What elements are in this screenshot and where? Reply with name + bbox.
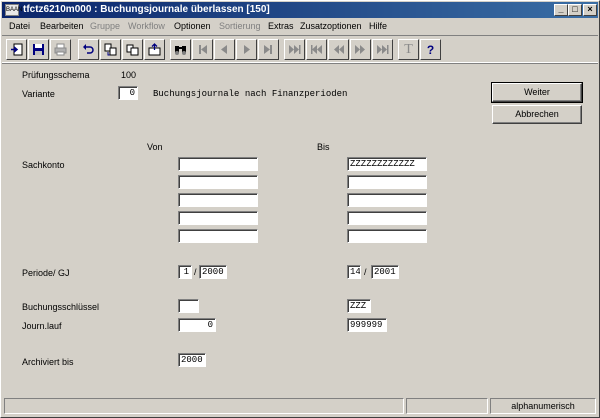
bis-periode-separator: / (364, 267, 367, 277)
journlauf-von-field[interactable]: 0 (178, 318, 216, 332)
status-pane-message (4, 398, 404, 414)
journlauf-bis-field[interactable]: 999999 (347, 318, 387, 332)
von-gj-field[interactable]: 2000 (199, 265, 227, 279)
menu-datei[interactable]: Datei (9, 21, 30, 32)
abbrechen-button[interactable]: Abbrechen (492, 105, 582, 124)
menu-optionen[interactable]: Optionen (174, 21, 211, 32)
sachkonto-bis-field-1[interactable]: ZZZZZZZZZZZZ (347, 157, 427, 171)
help-icon[interactable]: ? (420, 39, 441, 60)
sachkonto-bis-field-5[interactable] (347, 229, 427, 243)
print-icon[interactable] (50, 39, 71, 60)
status-bar: alphanumerisch (2, 396, 598, 416)
first-record-icon[interactable] (192, 39, 213, 60)
menu-sortierung[interactable]: Sortierung (219, 21, 261, 32)
weiter-button[interactable]: Weiter (491, 82, 583, 103)
sachkonto-label: Sachkonto (22, 160, 65, 170)
buchungsschluessel-label: Buchungsschlüssel (22, 302, 100, 312)
pruefungsschema-label: Prüfungsschema (22, 70, 90, 80)
archiviert-bis-label: Archiviert bis (22, 357, 74, 367)
next-record-icon[interactable] (236, 39, 257, 60)
periode-gj-label: Periode/ GJ (22, 268, 70, 278)
toolbar: T ? (2, 35, 598, 64)
buchungsschluessel-bis-field[interactable]: ZZZ (347, 299, 371, 313)
menu-extras[interactable]: Extras (268, 21, 294, 32)
export-icon[interactable] (144, 39, 165, 60)
maximize-button[interactable]: □ (568, 4, 582, 16)
title-bar[interactable]: BAAN tfctz6210m000 : Buchungsjournale üb… (2, 2, 598, 18)
duplicate-icon[interactable] (122, 39, 143, 60)
sachkonto-bis-field-3[interactable] (347, 193, 427, 207)
variante-field[interactable]: 0 (118, 86, 138, 100)
next-set-icon[interactable] (350, 39, 371, 60)
journlauf-label: Journ.lauf (22, 321, 62, 331)
von-header: Von (147, 142, 163, 152)
sachkonto-bis-field-2[interactable] (347, 175, 427, 189)
menu-gruppe[interactable]: Gruppe (90, 21, 120, 32)
menu-hilfe[interactable]: Hilfe (369, 21, 387, 32)
menu-bearbeiten[interactable]: Bearbeiten (40, 21, 84, 32)
pruefungsschema-value: 100 (121, 70, 137, 80)
close-button[interactable]: × (583, 4, 597, 16)
archiviert-bis-field[interactable]: 2000 (178, 353, 206, 367)
sachkonto-von-field-1[interactable] (178, 157, 258, 171)
sachkonto-von-field-2[interactable] (178, 175, 258, 189)
von-periode-field[interactable]: 1 (178, 265, 192, 279)
find-icon[interactable] (170, 39, 191, 60)
sachkonto-bis-field-4[interactable] (347, 211, 427, 225)
variante-description: Buchungsjournale nach Finanzperioden (153, 89, 348, 99)
menu-zusatzoptionen[interactable]: Zusatzoptionen (300, 21, 362, 32)
undo-icon[interactable] (78, 39, 99, 60)
last-set-icon[interactable] (372, 39, 393, 60)
sachkonto-von-field-5[interactable] (178, 229, 258, 243)
variante-label: Variante (22, 89, 55, 99)
menu-bar: Datei Bearbeiten Gruppe Workflow Optione… (2, 19, 598, 34)
application-window: BAAN tfctz6210m000 : Buchungsjournale üb… (0, 0, 600, 418)
sachkonto-von-field-4[interactable] (178, 211, 258, 225)
status-pane-middle (406, 398, 488, 414)
bis-gj-field[interactable]: 2001 (371, 265, 399, 279)
save-icon[interactable] (28, 39, 49, 60)
status-pane-mode: alphanumerisch (490, 398, 596, 414)
copy-icon[interactable] (100, 39, 121, 60)
bis-header: Bis (317, 142, 330, 152)
previous-record-icon[interactable] (214, 39, 235, 60)
text-icon[interactable]: T (398, 39, 419, 60)
buchungsschluessel-von-field[interactable] (178, 299, 199, 313)
bis-periode-field[interactable]: 14 (347, 265, 361, 279)
window-title: tfctz6210m000 : Buchungsjournale überlas… (23, 4, 270, 15)
sachkonto-von-field-3[interactable] (178, 193, 258, 207)
app-icon[interactable]: BAAN (5, 4, 22, 16)
previous-set-icon[interactable] (328, 39, 349, 60)
von-periode-separator: / (194, 267, 197, 277)
previous-set-first-icon[interactable] (306, 39, 327, 60)
minimize-button[interactable]: _ (554, 4, 568, 16)
menu-workflow[interactable]: Workflow (128, 21, 165, 32)
last-record-icon[interactable] (258, 39, 279, 60)
exit-icon[interactable] (6, 39, 27, 60)
first-set-icon[interactable] (284, 39, 305, 60)
